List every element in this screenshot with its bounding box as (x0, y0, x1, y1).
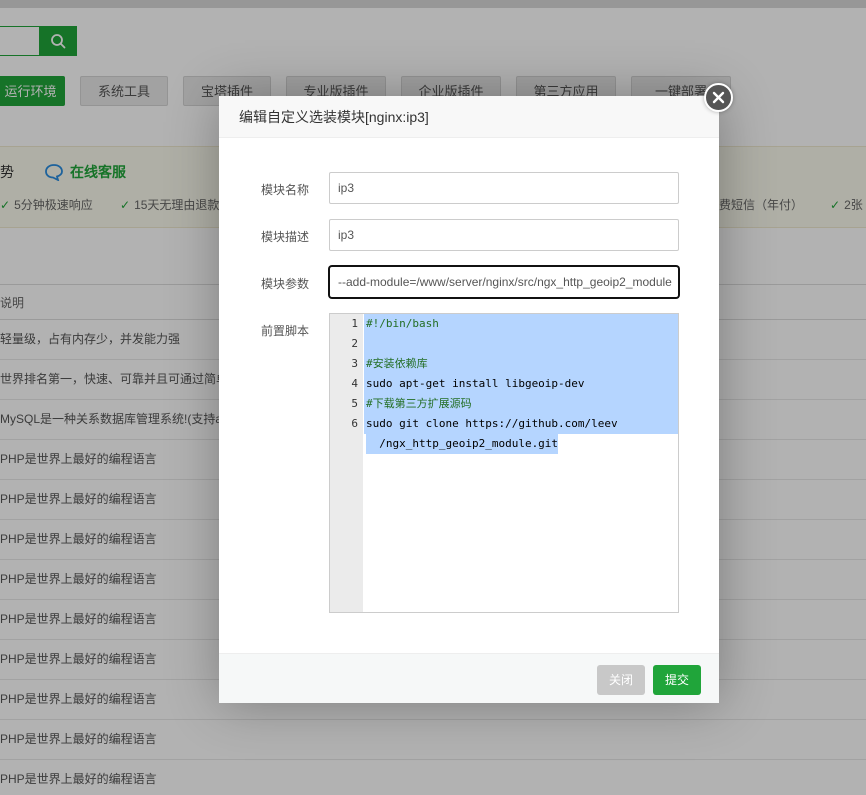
module-params-input[interactable]: --add-module=/www/server/nginx/src/ngx_h… (329, 266, 679, 298)
code-line: 5 #下载第三方扩展源码 (330, 394, 678, 414)
code-line: 2 (330, 334, 678, 354)
code-text: sudo git clone https://github.com/leev (366, 417, 618, 430)
module-desc-label: 模块描述 (260, 230, 309, 244)
code-line: /ngx_http_geoip2_module.git (330, 434, 678, 454)
close-icon (712, 91, 725, 104)
submit-button[interactable]: 提交 (653, 665, 701, 695)
module-name-input[interactable] (329, 172, 679, 204)
line-number: 6 (351, 417, 358, 430)
code-line: 1 #!/bin/bash (330, 314, 678, 334)
line-number: 4 (351, 377, 358, 390)
code-line: 4 sudo apt-get install libgeoip-dev (330, 374, 678, 394)
line-number: 5 (351, 397, 358, 410)
pre-script-editor[interactable]: 1 #!/bin/bash 2 3 #安装依赖库 4 sudo apt-get … (329, 313, 679, 613)
code-text: #!/bin/bash (366, 317, 439, 330)
dialog-close-button[interactable] (704, 83, 733, 112)
code-text: #安装依赖库 (366, 357, 428, 370)
code-line: 3 #安装依赖库 (330, 354, 678, 374)
code-line: 6 sudo git clone https://github.com/leev (330, 414, 678, 434)
pre-script-label: 前置脚本 (260, 324, 309, 338)
module-desc-input[interactable] (329, 219, 679, 251)
code-text: /ngx_http_geoip2_module.git (366, 437, 559, 450)
line-number: 2 (351, 337, 358, 350)
module-params-label: 模块参数 (260, 277, 309, 291)
module-name-label: 模块名称 (260, 183, 309, 197)
dialog-footer: 关闭 提交 (219, 653, 719, 703)
selection-highlight (364, 334, 678, 354)
code-text: #下载第三方扩展源码 (366, 397, 472, 410)
line-number: 3 (351, 357, 358, 370)
edit-module-dialog: 编辑自定义选装模块[nginx:ip3] 模块名称 模块描述 模块参数 --ad… (219, 83, 733, 703)
code-text: sudo apt-get install libgeoip-dev (366, 377, 585, 390)
dialog-title: 编辑自定义选装模块[nginx:ip3] (219, 96, 719, 138)
line-number: 1 (351, 317, 358, 330)
close-button[interactable]: 关闭 (597, 665, 645, 695)
